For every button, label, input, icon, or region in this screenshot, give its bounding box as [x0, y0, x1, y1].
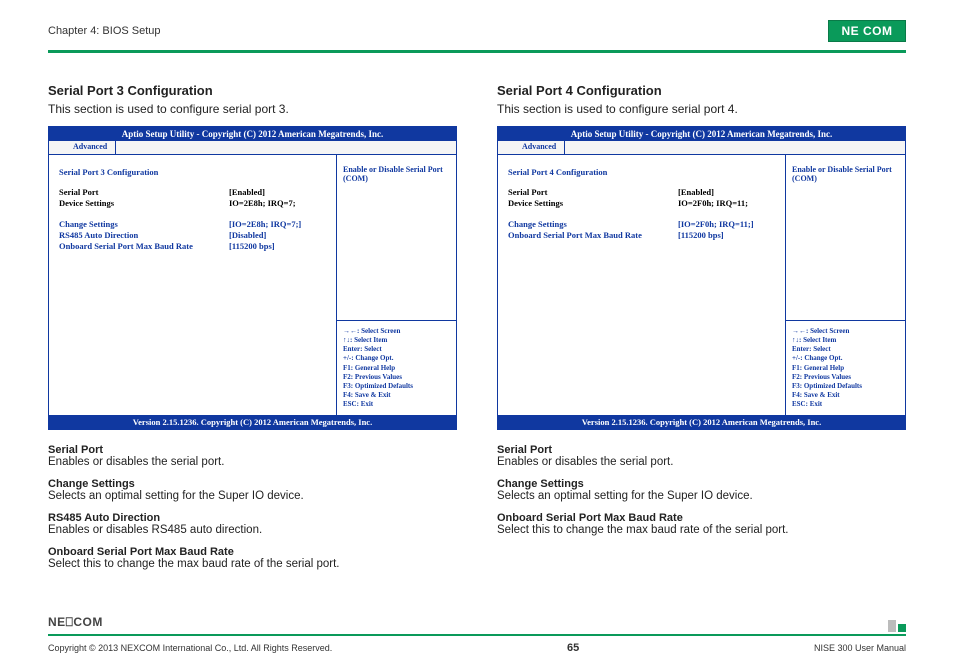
- bios-setting-row[interactable]: Serial Port[Enabled]: [508, 187, 775, 197]
- bios-help-text: Enable or Disable Serial Port (COM): [786, 155, 905, 320]
- bios-setting-row[interactable]: RS485 Auto Direction[Disabled]: [59, 230, 326, 240]
- bios-key-hint: Enter: Select: [792, 345, 899, 354]
- desc-text: Enables or disables the serial port.: [48, 456, 457, 468]
- bios-key-hint: F4: Save & Exit: [343, 391, 450, 400]
- bios-help-text: Enable or Disable Serial Port (COM): [337, 155, 456, 320]
- bios-key-hint: F2: Previous Values: [343, 373, 450, 382]
- bios-key-hint: F3: Optimized Defaults: [343, 382, 450, 391]
- desc-text: Select this to change the max baud rate …: [48, 558, 457, 570]
- brand-logo: NE COM: [828, 20, 906, 42]
- bios-panel-right: Aptio Setup Utility - Copyright (C) 2012…: [497, 126, 906, 430]
- bios-key-hint: ↑↓: Select Item: [343, 336, 450, 345]
- bios-key-hint: ↑↓: Select Item: [792, 336, 899, 345]
- bios-panel-left: Aptio Setup Utility - Copyright (C) 2012…: [48, 126, 457, 430]
- bios-settings-area: Serial Port 4 Configuration Serial Port[…: [498, 155, 785, 415]
- bios-key-hint: F1: General Help: [792, 364, 899, 373]
- page-number: 65: [567, 642, 579, 654]
- footer-doc-title: NISE 300 User Manual: [814, 643, 906, 653]
- bios-header: Aptio Setup Utility - Copyright (C) 2012…: [49, 127, 456, 141]
- bios-setting-value: [IO=2F0h; IRQ=11;]: [678, 219, 754, 229]
- bios-key-hint: F2: Previous Values: [792, 373, 899, 382]
- desc-text: Selects an optimal setting for the Super…: [497, 490, 906, 502]
- bios-setting-label: Serial Port: [59, 187, 229, 197]
- footer-divider: [48, 634, 906, 636]
- bios-key-hint: Enter: Select: [343, 345, 450, 354]
- bios-header: Aptio Setup Utility - Copyright (C) 2012…: [498, 127, 905, 141]
- bios-tab-advanced[interactable]: Advanced: [65, 141, 116, 154]
- bios-key-hint: +/-: Change Opt.: [343, 354, 450, 363]
- bios-setting-row[interactable]: Serial Port[Enabled]: [59, 187, 326, 197]
- bios-setting-value: IO=2F0h; IRQ=11;: [678, 198, 748, 208]
- bios-setting-label: Onboard Serial Port Max Baud Rate: [508, 230, 678, 240]
- brand-logo-text: NE COM: [842, 24, 893, 38]
- bios-tabbar: Advanced: [49, 141, 456, 155]
- desc-title: Change Settings: [497, 478, 906, 490]
- desc-text: Enables or disables RS485 auto direction…: [48, 524, 457, 536]
- desc-text: Selects an optimal setting for the Super…: [48, 490, 457, 502]
- bios-key-hint: +/-: Change Opt.: [792, 354, 899, 363]
- bios-key-hint: ESC: Exit: [343, 400, 450, 409]
- section-title-right: Serial Port 4 Configuration: [497, 83, 906, 98]
- bios-setting-label: Device Settings: [508, 198, 678, 208]
- bios-setting-row[interactable]: Change Settings[IO=2E8h; IRQ=7;]: [59, 219, 326, 229]
- bios-setting-row[interactable]: Change Settings[IO=2F0h; IRQ=11;]: [508, 219, 775, 229]
- bios-setting-label: RS485 Auto Direction: [59, 230, 229, 240]
- bios-setting-label: Onboard Serial Port Max Baud Rate: [59, 241, 229, 251]
- bios-setting-label: Device Settings: [59, 198, 229, 208]
- desc-text: Select this to change the max baud rate …: [497, 524, 906, 536]
- bios-setting-value: [Enabled]: [678, 187, 714, 197]
- bios-key-hint: →←: Select Screen: [792, 327, 899, 336]
- footer-copyright: Copyright © 2013 NEXCOM International Co…: [48, 643, 332, 653]
- bios-tabbar: Advanced: [498, 141, 905, 155]
- desc-title: Change Settings: [48, 478, 457, 490]
- bios-footer: Version 2.15.1236. Copyright (C) 2012 Am…: [498, 415, 905, 429]
- bios-setting-value: [Enabled]: [229, 187, 265, 197]
- bios-setting-label: Change Settings: [59, 219, 229, 229]
- section-intro-left: This section is used to configure serial…: [48, 102, 457, 116]
- bios-section-title: Serial Port 3 Configuration: [59, 167, 326, 177]
- desc-title: Onboard Serial Port Max Baud Rate: [48, 546, 457, 558]
- left-column: Serial Port 3 Configuration This section…: [48, 83, 457, 580]
- footer-logo: NE⎕COM: [48, 615, 103, 630]
- bios-setting-value: [Disabled]: [229, 230, 266, 240]
- bios-setting-row[interactable]: Device SettingsIO=2F0h; IRQ=11;: [508, 198, 775, 208]
- bios-setting-value: IO=2E8h; IRQ=7;: [229, 198, 296, 208]
- bios-footer: Version 2.15.1236. Copyright (C) 2012 Am…: [49, 415, 456, 429]
- bios-key-hint: F3: Optimized Defaults: [792, 382, 899, 391]
- bios-key-hint: F1: General Help: [343, 364, 450, 373]
- header-divider: [48, 50, 906, 53]
- desc-title: RS485 Auto Direction: [48, 512, 457, 524]
- bios-setting-value: [IO=2E8h; IRQ=7;]: [229, 219, 301, 229]
- bios-key-help: →←: Select Screen↑↓: Select ItemEnter: S…: [337, 320, 456, 415]
- bios-setting-value: [115200 bps]: [229, 241, 275, 251]
- section-intro-right: This section is used to configure serial…: [497, 102, 906, 116]
- bios-key-hint: →←: Select Screen: [343, 327, 450, 336]
- bios-settings-area: Serial Port 3 Configuration Serial Port[…: [49, 155, 336, 415]
- desc-title: Onboard Serial Port Max Baud Rate: [497, 512, 906, 524]
- bios-key-hint: ESC: Exit: [792, 400, 899, 409]
- chapter-label: Chapter 4: BIOS Setup: [48, 25, 161, 37]
- desc-text: Enables or disables the serial port.: [497, 456, 906, 468]
- bios-setting-label: Change Settings: [508, 219, 678, 229]
- section-title-left: Serial Port 3 Configuration: [48, 83, 457, 98]
- bios-setting-row[interactable]: Onboard Serial Port Max Baud Rate[115200…: [59, 241, 326, 251]
- footer-decoration: [888, 620, 906, 632]
- bios-setting-row[interactable]: Onboard Serial Port Max Baud Rate[115200…: [508, 230, 775, 240]
- right-column: Serial Port 4 Configuration This section…: [497, 83, 906, 580]
- bios-setting-value: [115200 bps]: [678, 230, 724, 240]
- bios-tab-advanced[interactable]: Advanced: [514, 141, 565, 154]
- bios-setting-row[interactable]: Device SettingsIO=2E8h; IRQ=7;: [59, 198, 326, 208]
- desc-title: Serial Port: [497, 444, 906, 456]
- bios-key-hint: F4: Save & Exit: [792, 391, 899, 400]
- bios-section-title: Serial Port 4 Configuration: [508, 167, 775, 177]
- bios-key-help: →←: Select Screen↑↓: Select ItemEnter: S…: [786, 320, 905, 415]
- desc-title: Serial Port: [48, 444, 457, 456]
- bios-setting-label: Serial Port: [508, 187, 678, 197]
